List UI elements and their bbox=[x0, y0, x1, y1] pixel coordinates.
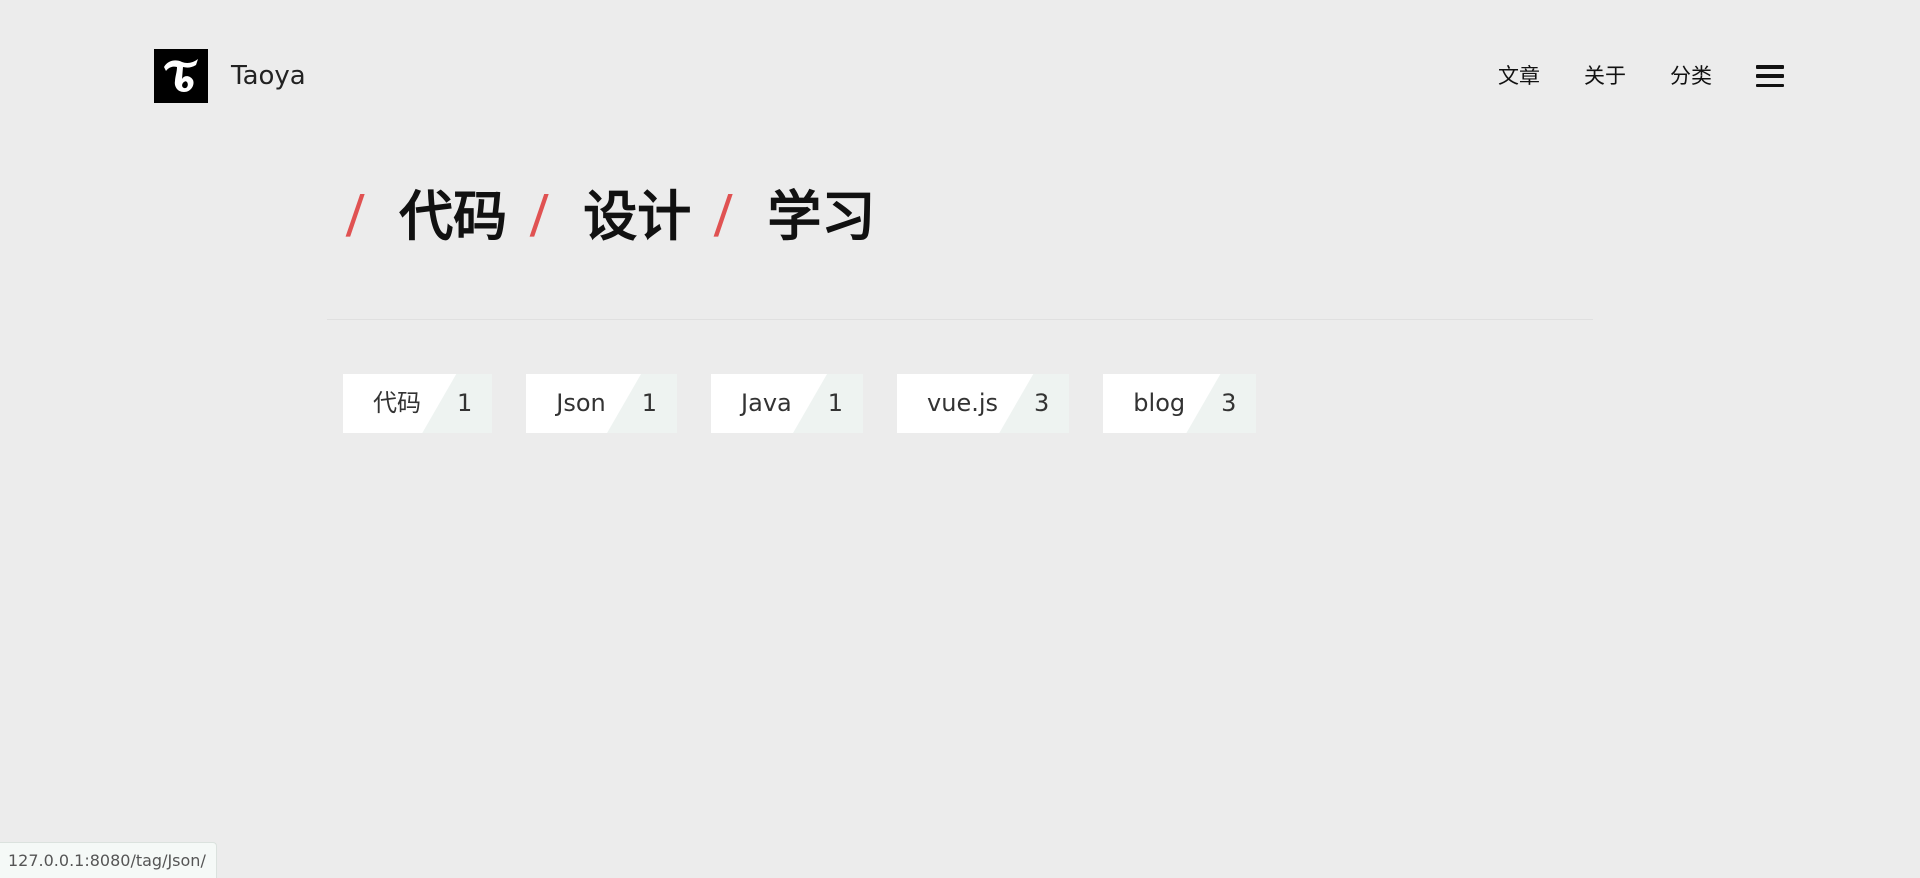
tag-item-java[interactable]: Java 1 bbox=[711, 374, 864, 433]
tag-label: vue.js bbox=[927, 389, 999, 417]
main-nav: 文章 关于 分类 bbox=[1454, 58, 1784, 94]
nav-item-categories[interactable]: 分类 bbox=[1670, 58, 1712, 94]
tag-label: Json bbox=[556, 389, 606, 417]
category-label: 代码 bbox=[399, 185, 508, 248]
tag-label: 代码 bbox=[373, 389, 421, 417]
section-divider bbox=[327, 319, 1593, 320]
tag-item-json[interactable]: Json 1 bbox=[526, 374, 678, 433]
tag-item-blog[interactable]: blog 3 bbox=[1103, 374, 1257, 433]
tag-count: 1 bbox=[827, 389, 844, 417]
hamburger-menu-icon[interactable] bbox=[1756, 65, 1784, 87]
category-item-code[interactable]: / 代码 bbox=[344, 182, 531, 252]
tag-count: 3 bbox=[1221, 389, 1237, 417]
category-label: 设计 bbox=[583, 185, 692, 248]
tag-count: 1 bbox=[641, 389, 658, 417]
tag-count: 1 bbox=[457, 389, 473, 417]
site-header: Taoya 文章 关于 分类 bbox=[0, 0, 1920, 152]
tag-item-code[interactable]: 代码 1 bbox=[343, 374, 493, 433]
site-name[interactable]: Taoya bbox=[231, 58, 306, 94]
tag-item-vuejs[interactable]: vue.js 3 bbox=[897, 374, 1070, 433]
nav-item-about[interactable]: 关于 bbox=[1584, 58, 1626, 94]
nav-item-articles[interactable]: 文章 bbox=[1498, 58, 1540, 94]
category-separator: / bbox=[528, 184, 550, 249]
category-item-design[interactable]: / 设计 bbox=[528, 182, 715, 252]
category-label: 学习 bbox=[767, 185, 876, 248]
tag-list: 代码 1 Json 1 Java 1 vue.js 3 blog 3 bbox=[343, 374, 1290, 433]
tag-label: Java bbox=[741, 389, 792, 417]
category-separator: / bbox=[713, 184, 734, 249]
site-logo[interactable] bbox=[154, 49, 208, 103]
tag-label: blog bbox=[1133, 389, 1186, 417]
tag-count: 3 bbox=[1034, 389, 1050, 417]
category-separator: / bbox=[344, 184, 366, 249]
browser-status-url: 127.0.0.1:8080/tag/Json/ bbox=[0, 842, 217, 878]
category-list: / 代码 / 设计 / 学习 bbox=[344, 182, 899, 252]
taoya-logo-icon bbox=[164, 59, 198, 92]
category-item-study[interactable]: / 学习 bbox=[713, 182, 899, 252]
